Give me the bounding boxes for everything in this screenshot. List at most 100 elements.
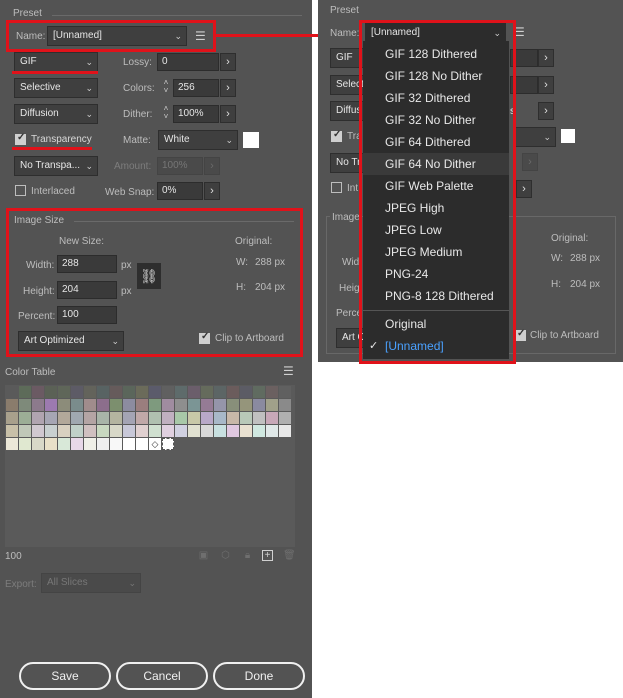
color-swatch[interactable] — [6, 425, 18, 437]
color-swatch[interactable] — [110, 386, 122, 398]
transparency-dither-select[interactable]: No Transpa... ⌄ — [14, 156, 98, 176]
matte-select[interactable]: ⌄ — [513, 127, 556, 147]
color-swatch[interactable] — [84, 412, 96, 424]
color-swatch[interactable] — [58, 425, 70, 437]
color-swatch[interactable] — [45, 412, 57, 424]
color-swatch[interactable] — [214, 425, 226, 437]
cancel-button[interactable]: Cancel — [116, 662, 208, 690]
color-swatch[interactable] — [175, 412, 187, 424]
color-swatch[interactable] — [201, 412, 213, 424]
color-swatch[interactable] — [240, 412, 252, 424]
save-button[interactable]: Save — [19, 662, 111, 690]
websnap-field[interactable]: 0% — [157, 182, 203, 200]
color-swatch[interactable] — [84, 425, 96, 437]
color-swatch[interactable] — [227, 412, 239, 424]
color-swatch[interactable] — [149, 425, 161, 437]
color-swatch[interactable] — [136, 399, 148, 411]
color-swatch[interactable] — [227, 425, 239, 437]
color-swatch[interactable] — [6, 412, 18, 424]
color-swatch[interactable] — [188, 399, 200, 411]
color-swatch[interactable] — [253, 399, 265, 411]
interlaced-checkbox[interactable] — [15, 185, 26, 196]
color-swatch[interactable] — [279, 386, 291, 398]
color-swatch[interactable] — [123, 399, 135, 411]
color-swatch[interactable] — [149, 399, 161, 411]
color-swatch[interactable] — [32, 386, 44, 398]
color-swatch[interactable] — [201, 425, 213, 437]
color-swatch[interactable] — [19, 412, 31, 424]
color-reduction-select[interactable]: Selective ⌄ — [14, 78, 98, 98]
color-swatch[interactable] — [123, 425, 135, 437]
color-swatch[interactable] — [201, 399, 213, 411]
color-swatch[interactable] — [123, 412, 135, 424]
done-button[interactable]: Done — [213, 662, 305, 690]
color-swatch[interactable] — [266, 386, 278, 398]
colors-arrow-button[interactable]: › — [538, 76, 554, 94]
color-swatch[interactable] — [19, 386, 31, 398]
color-swatch[interactable] — [214, 399, 226, 411]
color-swatch[interactable] — [266, 399, 278, 411]
transparency-checkbox[interactable] — [331, 129, 342, 142]
transparent-swatch-icon[interactable]: ◇ — [149, 438, 161, 450]
interlaced-checkbox[interactable] — [331, 182, 342, 193]
color-swatch[interactable] — [266, 425, 278, 437]
colors-arrow-button[interactable]: › — [220, 79, 236, 97]
color-swatch[interactable] — [97, 399, 109, 411]
color-swatch[interactable] — [58, 399, 70, 411]
color-swatch[interactable] — [136, 412, 148, 424]
matte-color-swatch[interactable] — [561, 129, 575, 143]
color-swatch[interactable] — [240, 386, 252, 398]
color-swatch[interactable] — [84, 438, 96, 450]
color-swatch[interactable] — [136, 425, 148, 437]
color-swatch[interactable] — [110, 412, 122, 424]
color-swatch[interactable] — [32, 412, 44, 424]
color-swatch[interactable] — [279, 399, 291, 411]
color-swatch[interactable] — [6, 386, 18, 398]
color-swatch[interactable] — [84, 386, 96, 398]
color-swatch[interactable] — [253, 386, 265, 398]
color-swatch[interactable] — [188, 425, 200, 437]
transparency-checkbox[interactable] — [15, 132, 26, 145]
color-swatch[interactable] — [149, 386, 161, 398]
color-swatch[interactable] — [19, 438, 31, 450]
color-swatch[interactable] — [149, 412, 161, 424]
color-swatch[interactable] — [71, 386, 83, 398]
color-swatch[interactable] — [136, 386, 148, 398]
colors-field[interactable]: 256 — [173, 79, 219, 97]
color-swatch[interactable] — [6, 438, 18, 450]
color-swatch[interactable] — [175, 399, 187, 411]
dither-field[interactable]: 100% — [173, 105, 219, 123]
matte-color-swatch[interactable] — [243, 132, 259, 148]
color-swatch[interactable] — [123, 438, 135, 450]
clip-artboard-checkbox[interactable] — [515, 328, 526, 341]
websnap-arrow-button[interactable]: › — [204, 182, 220, 200]
color-swatch[interactable] — [19, 425, 31, 437]
color-swatch[interactable] — [71, 412, 83, 424]
color-swatch[interactable] — [110, 425, 122, 437]
color-swatch[interactable] — [227, 399, 239, 411]
color-swatch[interactable] — [97, 425, 109, 437]
color-swatch[interactable] — [97, 438, 109, 450]
color-swatch[interactable] — [71, 425, 83, 437]
color-swatch[interactable] — [110, 399, 122, 411]
color-swatch[interactable] — [97, 386, 109, 398]
color-swatch[interactable] — [253, 412, 265, 424]
color-swatch[interactable] — [266, 412, 278, 424]
color-swatch[interactable] — [279, 412, 291, 424]
color-swatch[interactable] — [123, 386, 135, 398]
color-swatch[interactable] — [175, 386, 187, 398]
color-swatch[interactable] — [97, 412, 109, 424]
color-swatch[interactable] — [227, 386, 239, 398]
selected-swatch-icon[interactable] — [162, 438, 174, 450]
color-swatch[interactable] — [214, 412, 226, 424]
color-swatch[interactable] — [84, 399, 96, 411]
color-swatch[interactable] — [45, 425, 57, 437]
color-swatch[interactable] — [240, 399, 252, 411]
colors-stepper-icon[interactable]: ˄ ˅ — [161, 79, 171, 97]
color-swatch[interactable] — [32, 438, 44, 450]
matte-select[interactable]: White ⌄ — [158, 130, 238, 150]
format-select[interactable]: GIF ⌄ — [14, 52, 98, 72]
color-swatch[interactable] — [214, 386, 226, 398]
color-swatch[interactable] — [71, 399, 83, 411]
color-swatch[interactable] — [162, 399, 174, 411]
